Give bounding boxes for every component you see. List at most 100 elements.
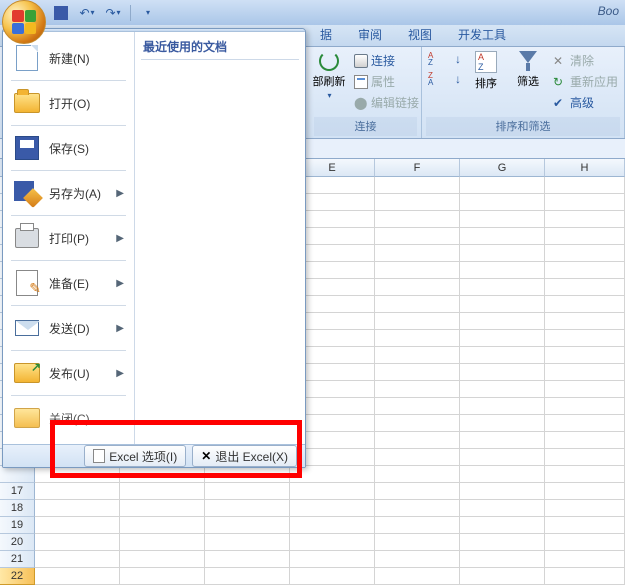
filter-button[interactable]: 筛选 [509,51,547,89]
cell[interactable] [290,517,375,534]
cell[interactable] [375,245,460,262]
cell[interactable] [545,279,625,296]
cell[interactable] [545,517,625,534]
cell[interactable] [545,381,625,398]
cell[interactable] [375,398,460,415]
cell[interactable] [35,534,120,551]
cell[interactable] [205,568,290,585]
cell[interactable] [375,432,460,449]
cell[interactable] [460,534,545,551]
cell[interactable] [460,228,545,245]
cell[interactable] [460,330,545,347]
cell[interactable] [545,398,625,415]
cell[interactable] [460,568,545,585]
cell[interactable] [460,296,545,313]
cell[interactable] [545,177,625,194]
cell[interactable] [375,330,460,347]
cell[interactable] [375,415,460,432]
connections-button[interactable]: 连接 [352,51,421,70]
cell[interactable] [460,177,545,194]
cell[interactable] [460,449,545,466]
cell[interactable] [375,262,460,279]
cell[interactable] [375,551,460,568]
cell[interactable] [545,568,625,585]
cell[interactable] [375,517,460,534]
menu-new[interactable]: 新建(N) [7,38,130,78]
cell[interactable] [460,398,545,415]
cell[interactable] [545,313,625,330]
cell[interactable] [290,534,375,551]
cell[interactable] [460,211,545,228]
clear-button[interactable]: ✕清除 [551,51,620,70]
cell[interactable] [545,211,625,228]
cell[interactable] [460,381,545,398]
cell[interactable] [120,551,205,568]
cell[interactable] [545,296,625,313]
tab-view[interactable]: 视图 [398,23,442,46]
menu-print[interactable]: 打印(P)▶ [7,218,130,258]
cell[interactable] [545,534,625,551]
cell[interactable] [375,177,460,194]
cell[interactable] [120,466,205,483]
menu-open[interactable]: 打开(O) [7,83,130,123]
cell[interactable] [375,194,460,211]
cell[interactable] [205,534,290,551]
cell[interactable] [375,483,460,500]
cell[interactable] [375,296,460,313]
cell[interactable] [375,449,460,466]
cell[interactable] [120,483,205,500]
menu-prepare[interactable]: 准备(E)▶ [7,263,130,303]
row-header[interactable]: 21 [0,551,35,568]
properties-button[interactable]: 属性 [352,72,421,91]
cell[interactable] [290,466,375,483]
cell[interactable] [545,347,625,364]
cell[interactable] [545,449,625,466]
cell[interactable] [375,364,460,381]
menu-send[interactable]: 发送(D)▶ [7,308,130,348]
menu-save-as[interactable]: 另存为(A)▶ [7,173,130,213]
tab-data[interactable]: 据 [310,23,342,46]
qat-save-button[interactable] [50,3,72,23]
cell[interactable] [545,228,625,245]
cell[interactable] [545,551,625,568]
cell[interactable] [460,432,545,449]
row-header[interactable] [0,466,35,483]
menu-save[interactable]: 保存(S) [7,128,130,168]
cell[interactable] [460,551,545,568]
cell[interactable] [460,313,545,330]
cell[interactable] [375,500,460,517]
cell[interactable] [375,228,460,245]
column-header[interactable]: H [545,159,625,177]
cell[interactable] [545,194,625,211]
qat-customize-button[interactable]: ▾ [137,3,159,23]
cell[interactable] [205,551,290,568]
cell[interactable] [460,483,545,500]
cell[interactable] [460,415,545,432]
cell[interactable] [460,466,545,483]
cell[interactable] [290,500,375,517]
cell[interactable] [545,483,625,500]
tab-review[interactable]: 审阅 [348,23,392,46]
cell[interactable] [205,466,290,483]
cell[interactable] [460,245,545,262]
exit-excel-button[interactable]: ✕退出 Excel(X) [192,445,297,467]
cell[interactable] [35,500,120,517]
cell[interactable] [375,568,460,585]
cell[interactable] [205,517,290,534]
cell[interactable] [375,279,460,296]
reapply-button[interactable]: ↻重新应用 [551,72,620,91]
cell[interactable] [375,313,460,330]
cell[interactable] [120,517,205,534]
cell[interactable] [460,279,545,296]
cell[interactable] [35,517,120,534]
sort-button[interactable]: 排序 [467,51,505,91]
cell[interactable] [545,466,625,483]
cell[interactable] [460,194,545,211]
cell[interactable] [545,330,625,347]
cell[interactable] [375,347,460,364]
cell[interactable] [375,466,460,483]
cell[interactable] [35,483,120,500]
menu-publish[interactable]: 发布(U)▶ [7,353,130,393]
cell[interactable] [120,568,205,585]
office-button[interactable] [2,0,46,44]
